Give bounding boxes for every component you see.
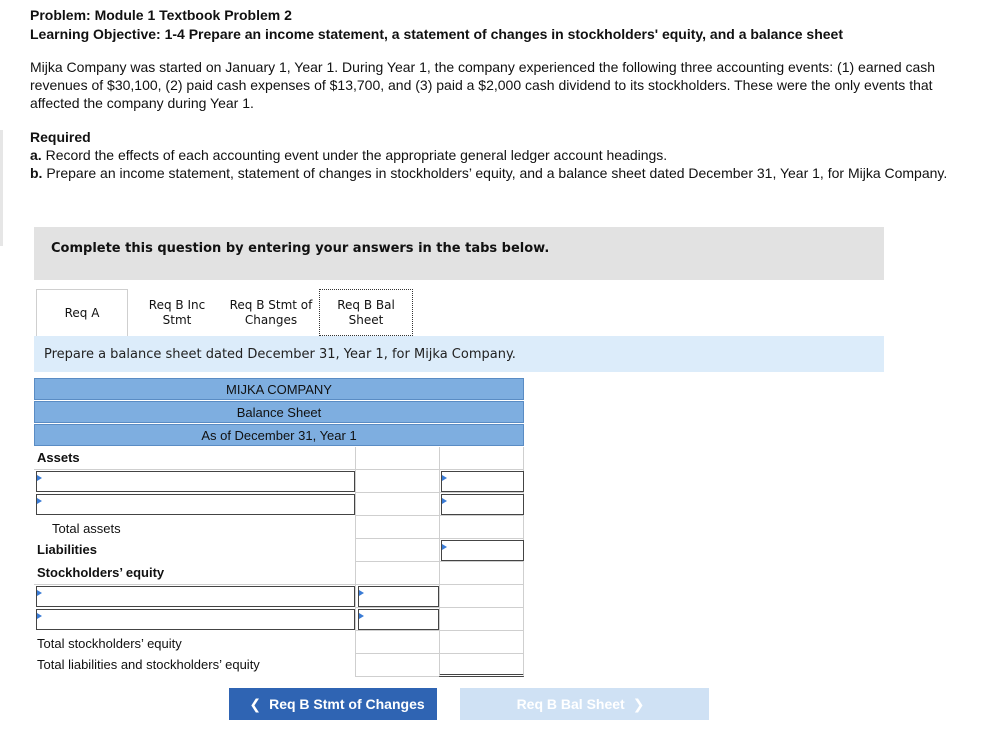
table-row: [34, 608, 524, 631]
total-cell: [439, 447, 524, 470]
table-row: [34, 493, 524, 516]
tab-req-b-stmt-of-changes-label: Req B Stmt of Changes: [230, 298, 313, 328]
total-cell: [439, 470, 524, 493]
req-a-text: Record the effects of each accounting ev…: [41, 147, 668, 163]
table-row: [34, 585, 524, 608]
prev-tab-label: Req B Stmt of Changes: [269, 696, 425, 712]
table-row: Total stockholders’ equity: [34, 631, 524, 654]
requirement-a: a. Record the effects of each accounting…: [30, 146, 970, 164]
tab-label-line2: Changes: [244, 312, 298, 327]
equity-label: Stockholders’ equity: [34, 562, 355, 585]
tab-req-b-bal-sheet[interactable]: Req B Bal Sheet: [319, 289, 413, 336]
table-row: [34, 470, 524, 493]
total-cell: [439, 562, 524, 585]
problem-header: Problem: Module 1 Textbook Problem 2 Lea…: [30, 6, 970, 182]
total-liab-equity-cell: [439, 654, 524, 677]
asset-account-input-1[interactable]: [36, 471, 355, 492]
tab-label-line1: Req B Inc: [148, 297, 206, 312]
amount-cell: [355, 608, 439, 631]
company-name-header: MIJKA COMPANY: [34, 378, 524, 400]
amount-cell: [355, 493, 439, 516]
problem-title: Problem: Module 1 Textbook Problem 2: [30, 7, 292, 23]
asset-amount-input-2[interactable]: [441, 494, 524, 515]
statement-title-header: Balance Sheet: [34, 401, 524, 423]
prev-tab-button[interactable]: ❮ Req B Stmt of Changes: [229, 688, 437, 720]
liabilities-label: Liabilities: [37, 542, 97, 557]
table-row: Liabilities: [34, 539, 524, 562]
chevron-right-icon: ❯: [632, 695, 645, 712]
equity-account-input-2[interactable]: [36, 609, 355, 630]
tab-label-line1: Req B Bal: [337, 297, 395, 312]
table-row: Assets: [34, 447, 524, 470]
learning-objective: Learning Objective: 1-4 Prepare an incom…: [30, 26, 843, 42]
amount-cell: [355, 470, 439, 493]
instruction-bar: Prepare a balance sheet dated December 3…: [34, 336, 884, 372]
total-equity-cell: [439, 631, 524, 654]
amount-cell: [355, 516, 439, 539]
tab-label-line2: Stmt: [162, 312, 192, 327]
tab-req-b-inc-stmt-label: Req B Inc Stmt: [149, 298, 205, 328]
asset-account-input-2[interactable]: [36, 494, 355, 515]
tab-req-b-stmt-of-changes[interactable]: Req B Stmt of Changes: [225, 289, 317, 336]
next-tab-label: Req B Bal Sheet: [516, 696, 625, 712]
amount-cell: [355, 539, 439, 562]
requirement-b: b. Prepare an income statement, statemen…: [30, 164, 970, 182]
balance-sheet-grid: MIJKA COMPANY Balance Sheet As of Decemb…: [34, 378, 524, 678]
tab-req-a[interactable]: Req A: [36, 289, 128, 336]
complete-question-text: Complete this question by entering your …: [51, 241, 550, 256]
total-equity-label: Total stockholders’ equity: [37, 636, 182, 651]
asset-account-cell: [34, 470, 355, 493]
req-a-prefix: a.: [30, 147, 42, 163]
assets-label: Assets: [34, 447, 355, 470]
equity-amount-input-1[interactable]: [358, 586, 439, 607]
total-cell: [439, 585, 524, 608]
equity-account-cell: [34, 585, 355, 608]
amount-cell: [355, 562, 439, 585]
equity-amount-input-2[interactable]: [358, 609, 439, 630]
tab-req-b-inc-stmt[interactable]: Req B Inc Stmt: [137, 289, 217, 336]
required-label: Required: [30, 129, 91, 145]
equity-account-input-1[interactable]: [36, 586, 355, 607]
tab-req-b-bal-sheet-label: Req B Bal Sheet: [337, 298, 395, 328]
asset-amount-input-1[interactable]: [441, 471, 524, 492]
amount-cell: [355, 585, 439, 608]
equity-account-cell: [34, 608, 355, 631]
amount-cell: [355, 654, 439, 677]
total-cell: [439, 539, 524, 562]
tab-label-line2: Sheet: [348, 312, 384, 327]
complete-question-banner: Complete this question by entering your …: [34, 227, 884, 280]
next-tab-button[interactable]: Req B Bal Sheet ❯: [460, 688, 709, 720]
total-cell: [439, 608, 524, 631]
liabilities-amount-input[interactable]: [441, 540, 524, 561]
statement-date-header: As of December 31, Year 1: [34, 424, 524, 446]
req-b-prefix: b.: [30, 165, 43, 181]
left-accent-bar: [0, 130, 3, 246]
total-assets-cell: [439, 516, 524, 539]
tab-label-line1: Req B Stmt of: [229, 297, 313, 312]
problem-text: Mijka Company was started on January 1, …: [30, 59, 936, 111]
table-row: Total assets: [34, 516, 524, 539]
req-b-text: Prepare an income statement, statement o…: [42, 165, 948, 181]
total-cell: [439, 493, 524, 516]
asset-account-cell: [34, 493, 355, 516]
tab-req-a-label: Req A: [64, 305, 100, 320]
table-row: Stockholders’ equity: [34, 562, 524, 585]
amount-cell: [355, 447, 439, 470]
amount-cell: [355, 631, 439, 654]
instruction-text: Prepare a balance sheet dated December 3…: [44, 347, 516, 362]
total-liab-equity-label: Total liabilities and stockholders’ equi…: [37, 657, 260, 672]
chevron-left-icon: ❮: [249, 695, 262, 712]
table-row: Total liabilities and stockholders’ equi…: [34, 654, 524, 677]
total-assets-label: Total assets: [52, 521, 121, 536]
